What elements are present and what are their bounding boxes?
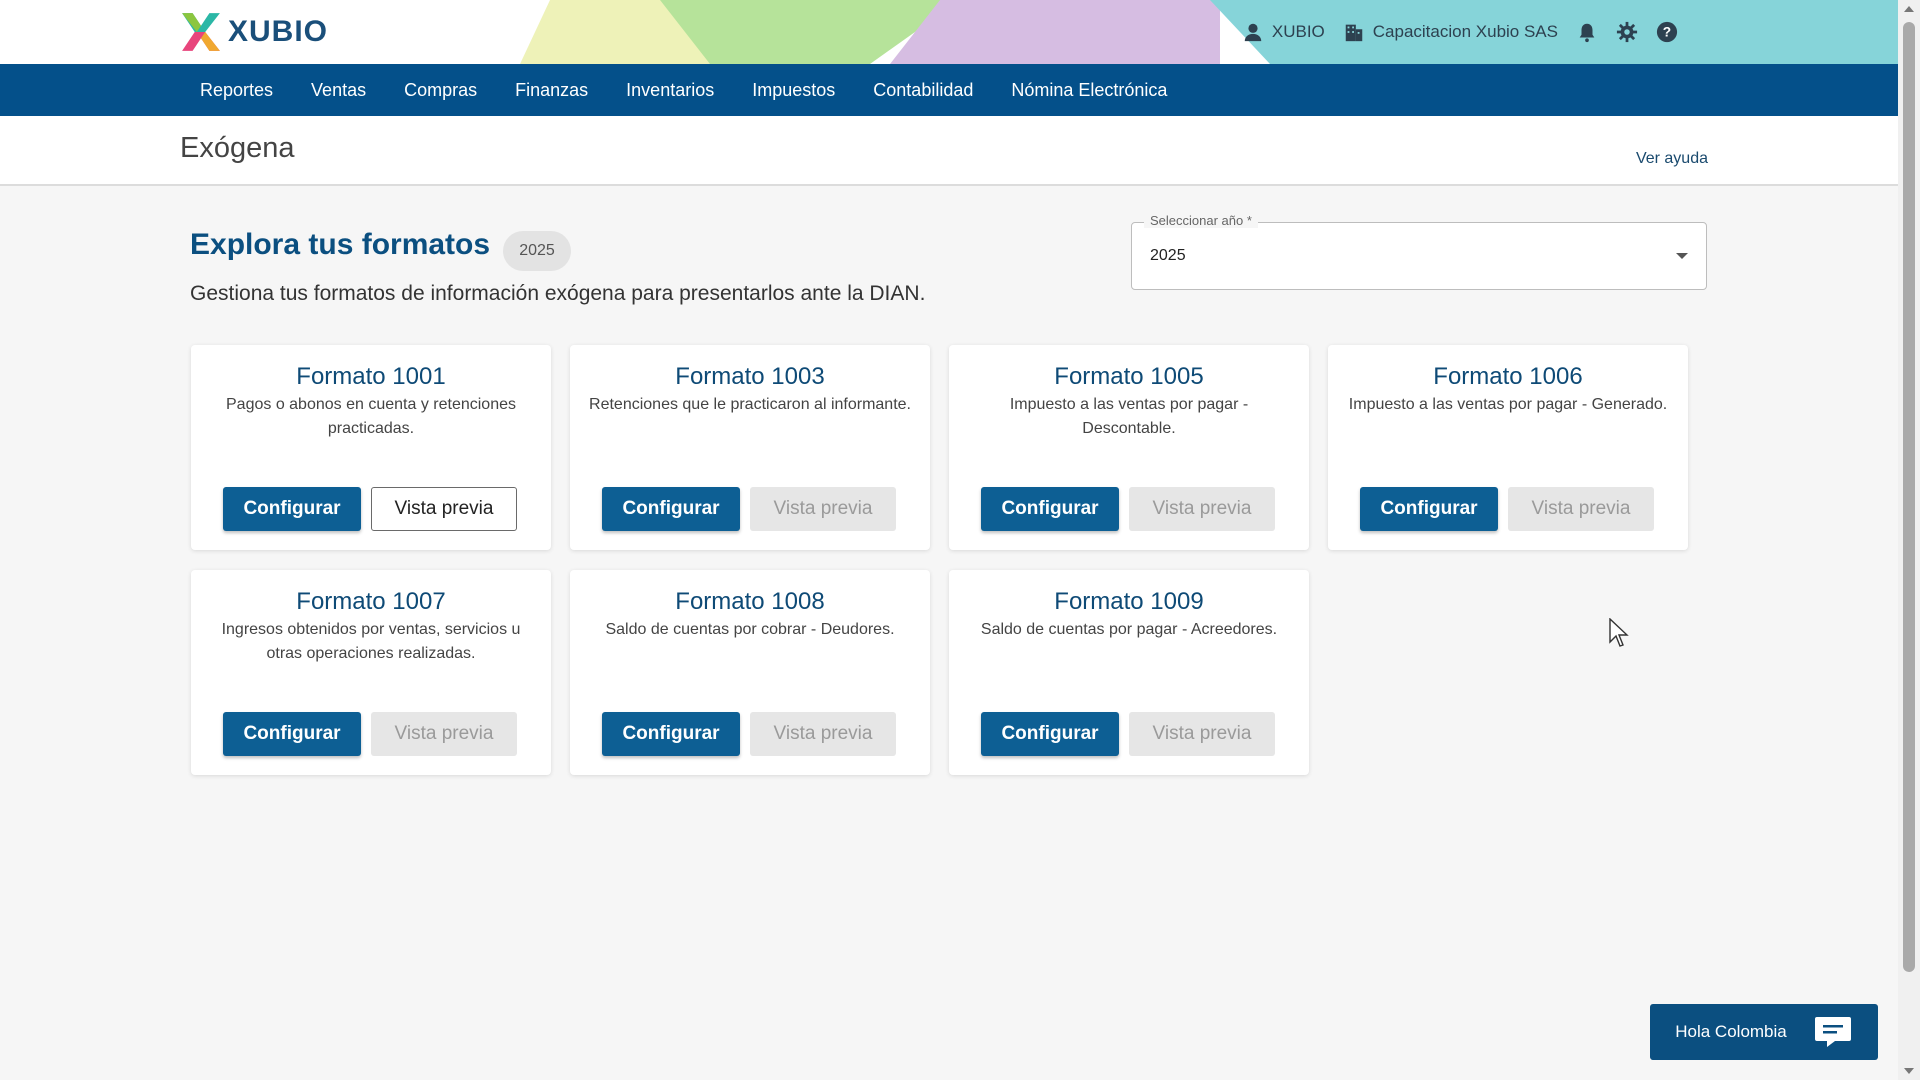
preview-button[interactable]: Vista previa: [750, 487, 896, 531]
format-card-1008: Formato 1008 Saldo de cuentas por cobrar…: [570, 570, 930, 775]
configure-button[interactable]: Configurar: [1360, 487, 1498, 531]
nav-item-finanzas[interactable]: Finanzas: [496, 64, 607, 116]
nav-item-inventarios[interactable]: Inventarios: [607, 64, 733, 116]
scroll-down-icon[interactable]: [1904, 1068, 1914, 1074]
nav-item-ventas[interactable]: Ventas: [292, 64, 385, 116]
card-description: Pagos o abonos en cuenta y retenciones p…: [226, 396, 516, 437]
card-title: Formato 1003: [675, 363, 825, 390]
configure-button[interactable]: Configurar: [223, 712, 361, 756]
help-link[interactable]: Ver ayuda: [1636, 150, 1708, 168]
chat-label: Hola Colombia: [1675, 1022, 1787, 1041]
logo-text: XUBIO: [228, 15, 329, 48]
year-select-value: 2025: [1150, 247, 1186, 264]
nav-item-impuestos[interactable]: Impuestos: [733, 64, 854, 116]
page-scrollbar[interactable]: [1898, 0, 1920, 1080]
format-cards-grid: Formato 1001 Pagos o abonos en cuenta y …: [191, 345, 1691, 775]
help-icon[interactable]: ?: [1656, 21, 1678, 43]
page-header: Exógena Ver ayuda: [0, 116, 1898, 186]
company-name: Capacitacion Xubio SAS: [1372, 22, 1558, 41]
format-card-1009: Formato 1009 Saldo de cuentas por pagar …: [949, 570, 1309, 775]
card-description: Impuesto a las ventas por pagar - Descon…: [1009, 396, 1249, 437]
xubio-logo[interactable]: XUBIO: [180, 10, 328, 54]
card-description: Saldo de cuentas por pagar - Acreedores.: [980, 621, 1278, 638]
configure-button[interactable]: Configurar: [602, 712, 740, 756]
section-subtitle: Gestiona tus formatos de información exó…: [190, 282, 926, 305]
preview-button[interactable]: Vista previa: [371, 487, 517, 531]
configure-button[interactable]: Configurar: [981, 712, 1119, 756]
chat-icon: [1814, 1017, 1851, 1047]
user-icon: [1244, 23, 1262, 42]
top-header: XUBIO XUBIO Capacitacion Xubio SAS ?: [0, 0, 1898, 64]
logo-mark-icon: [182, 13, 220, 51]
year-select-label: Seleccionar año *: [1144, 213, 1258, 228]
user-menu[interactable]: XUBIO: [1242, 21, 1325, 43]
preview-button[interactable]: Vista previa: [1508, 487, 1654, 531]
format-card-1003: Formato 1003 Retenciones que le practica…: [570, 345, 930, 550]
mouse-cursor-icon: [1609, 618, 1629, 647]
nav-item-compras[interactable]: Compras: [385, 64, 496, 116]
format-card-1005: Formato 1005 Impuesto a las ventas por p…: [949, 345, 1309, 550]
company-menu[interactable]: Capacitacion Xubio SAS: [1343, 21, 1558, 43]
preview-button[interactable]: Vista previa: [1129, 712, 1275, 756]
nav-item-contabilidad[interactable]: Contabilidad: [854, 64, 992, 116]
chevron-down-icon: [1676, 253, 1688, 259]
card-title: Formato 1006: [1433, 363, 1583, 390]
gear-icon[interactable]: [1616, 21, 1638, 43]
card-title: Formato 1001: [296, 363, 446, 390]
page-title: Exógena: [180, 132, 295, 164]
card-description: Ingresos obtenidos por ventas, servicios…: [221, 621, 521, 662]
section-title: Explora tus formatos: [190, 228, 491, 261]
building-icon: [1345, 24, 1363, 42]
card-description: Retenciones que le practicaron al inform…: [589, 396, 911, 413]
scroll-up-icon[interactable]: [1904, 6, 1914, 12]
card-title: Formato 1007: [296, 588, 446, 615]
svg-text:?: ?: [1663, 25, 1671, 40]
chat-widget-button[interactable]: Hola Colombia: [1650, 1004, 1878, 1060]
scrollbar-thumb[interactable]: [1903, 22, 1915, 972]
nav-item-reportes[interactable]: Reportes: [181, 64, 292, 116]
main-nav: Reportes Ventas Compras Finanzas Inventa…: [0, 64, 1898, 116]
header-decoration: [890, 0, 1220, 64]
user-name: XUBIO: [1271, 22, 1325, 41]
card-title: Formato 1005: [1054, 363, 1204, 390]
format-card-1001: Formato 1001 Pagos o abonos en cuenta y …: [191, 345, 551, 550]
configure-button[interactable]: Configurar: [223, 487, 361, 531]
preview-button[interactable]: Vista previa: [750, 712, 896, 756]
configure-button[interactable]: Configurar: [602, 487, 740, 531]
nav-item-nomina[interactable]: Nómina Electrónica: [992, 64, 1186, 116]
year-select[interactable]: Seleccionar año * 2025: [1131, 213, 1707, 290]
format-card-1006: Formato 1006 Impuesto a las ventas por p…: [1328, 345, 1688, 550]
card-description: Impuesto a las ventas por pagar - Genera…: [1348, 396, 1668, 413]
card-title: Formato 1008: [675, 588, 825, 615]
card-title: Formato 1009: [1054, 588, 1204, 615]
configure-button[interactable]: Configurar: [981, 487, 1119, 531]
preview-button[interactable]: Vista previa: [1129, 487, 1275, 531]
card-description: Saldo de cuentas por cobrar - Deudores.: [605, 621, 895, 638]
format-card-1007: Formato 1007 Ingresos obtenidos por vent…: [191, 570, 551, 775]
bell-icon[interactable]: [1576, 21, 1598, 43]
year-chip: 2025: [503, 231, 571, 271]
header-user-area: XUBIO Capacitacion Xubio SAS ?: [1242, 0, 1678, 64]
preview-button[interactable]: Vista previa: [371, 712, 517, 756]
